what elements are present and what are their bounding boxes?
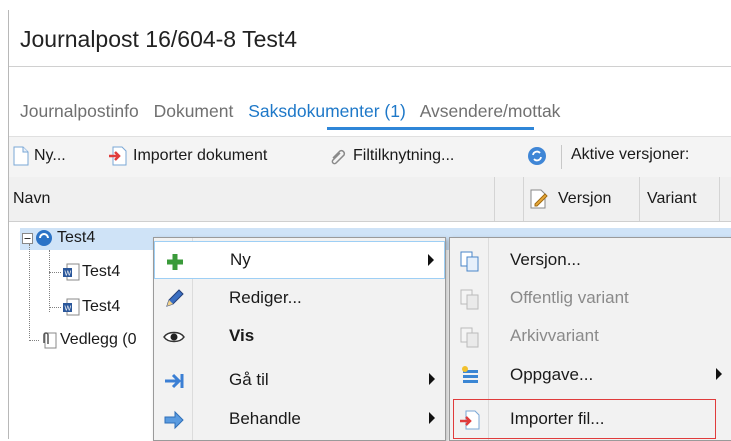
title-divider <box>9 66 731 67</box>
public-variant-icon <box>460 289 479 310</box>
svg-text:W: W <box>65 271 72 278</box>
file-attachment-button[interactable]: Filtilknytning... <box>328 146 454 166</box>
column-divider <box>523 177 524 221</box>
new-document-icon <box>13 146 29 166</box>
tree-connector <box>29 340 39 341</box>
tree-row-label: Test4 <box>82 263 121 280</box>
svg-text:W: W <box>65 306 72 313</box>
tree-row-label: Test4 <box>82 298 121 315</box>
file-attachment-label: Filtilknytning... <box>353 147 455 164</box>
tree-row-label: Vedlegg (0 <box>60 331 137 348</box>
menu-item-ga-til[interactable]: Gå til <box>154 361 445 399</box>
window-title: Journalpost 16/604-8 Test4 <box>20 26 298 52</box>
word-document-icon: W <box>63 263 80 281</box>
menu-item-label: Ny <box>230 250 251 269</box>
submenu-item-arkivvariant[interactable]: Arkivvariant <box>450 317 731 355</box>
new-button[interactable]: Ny... <box>13 146 66 166</box>
menu-item-vis[interactable]: Vis <box>154 317 445 355</box>
edit-column-icon <box>530 189 548 209</box>
tree-connector <box>29 244 30 338</box>
context-menu: Ny Rediger... Vis Gå til Behandle <box>153 237 446 441</box>
menu-item-label: Gå til <box>229 370 269 389</box>
process-arrow-icon <box>164 410 184 430</box>
toolbar-separator <box>561 145 562 169</box>
import-document-icon <box>109 146 127 166</box>
submenu-item-oppgave[interactable]: Oppgave... <box>450 356 731 394</box>
highlight-annotation-box <box>453 399 716 439</box>
eye-icon <box>163 331 185 343</box>
menu-item-label: Behandle <box>229 409 301 428</box>
refresh-icon <box>528 147 546 165</box>
active-tab-indicator <box>327 127 534 130</box>
window-border <box>8 10 9 439</box>
menu-item-label: Vis <box>229 326 255 345</box>
grid-header: Navn Versjon Variant <box>9 177 731 222</box>
tree-connector <box>49 272 61 273</box>
submenu-item-label: Versjon... <box>510 250 581 269</box>
active-versions-label: Aktive versjoner: <box>571 146 690 163</box>
column-divider <box>719 177 720 221</box>
tab-saksdokumenter[interactable]: Saksdokumenter (1) <box>248 101 406 121</box>
submenu-arrow-icon <box>429 373 435 385</box>
tab-dokument[interactable]: Dokument <box>154 101 234 121</box>
refresh-button[interactable] <box>527 146 552 166</box>
menu-item-label: Rediger... <box>229 288 302 307</box>
tree-row-test4-root[interactable]: Test4 <box>22 229 95 247</box>
submenu-arrow-icon <box>429 412 435 424</box>
tree-row-test4-doc[interactable]: W Test4 <box>62 263 120 281</box>
tab-journalpostinfo[interactable]: Journalpostinfo <box>20 101 139 121</box>
task-icon <box>462 366 478 383</box>
goto-arrow-icon <box>165 373 184 389</box>
menu-item-rediger[interactable]: Rediger... <box>154 279 445 317</box>
archive-variant-icon <box>460 327 479 348</box>
column-header-version[interactable]: Versjon <box>558 190 611 208</box>
tree-connector <box>49 307 61 308</box>
column-header-variant[interactable]: Variant <box>647 190 697 208</box>
new-button-label: Ny... <box>34 147 66 164</box>
import-document-label: Importer dokument <box>133 147 268 164</box>
column-header-name[interactable]: Navn <box>13 190 50 208</box>
tree-row-test4-doc[interactable]: W Test4 <box>62 298 120 316</box>
menu-item-behandle[interactable]: Behandle <box>154 400 445 438</box>
attachment-icon <box>43 332 57 349</box>
column-divider <box>639 177 640 221</box>
tree-connector <box>49 250 50 312</box>
submenu-arrow-icon <box>428 254 434 266</box>
tab-bar: Journalpostinfo Dokument Saksdokumenter … <box>20 101 570 122</box>
tab-avsendere-mottakere[interactable]: Avsendere/mottak <box>420 101 561 121</box>
submenu-item-offentlig-variant[interactable]: Offentlig variant <box>450 279 731 317</box>
submenu-item-label: Offentlig variant <box>510 288 629 307</box>
plus-icon <box>167 254 183 270</box>
submenu-item-label: Oppgave... <box>510 365 594 384</box>
submenu-arrow-icon <box>716 368 722 380</box>
column-divider <box>494 177 495 221</box>
menu-item-ny[interactable]: Ny <box>154 241 445 279</box>
word-document-icon: W <box>63 298 80 316</box>
version-doc-icon <box>460 251 479 272</box>
import-document-button[interactable]: Importer dokument <box>108 146 267 166</box>
tree-row-attachments[interactable]: Vedlegg (0 <box>40 331 137 349</box>
case-document-icon <box>36 230 52 246</box>
pencil-icon <box>166 289 184 307</box>
paperclip-icon <box>331 149 346 165</box>
tree-row-label: Test4 <box>57 229 96 246</box>
collapse-toggle-icon[interactable] <box>22 232 33 244</box>
submenu-item-versjon[interactable]: Versjon... <box>450 241 731 279</box>
submenu-item-label: Arkivvariant <box>510 326 599 345</box>
toolbar: Ny... Importer dokument Filtilknytning..… <box>9 136 731 178</box>
